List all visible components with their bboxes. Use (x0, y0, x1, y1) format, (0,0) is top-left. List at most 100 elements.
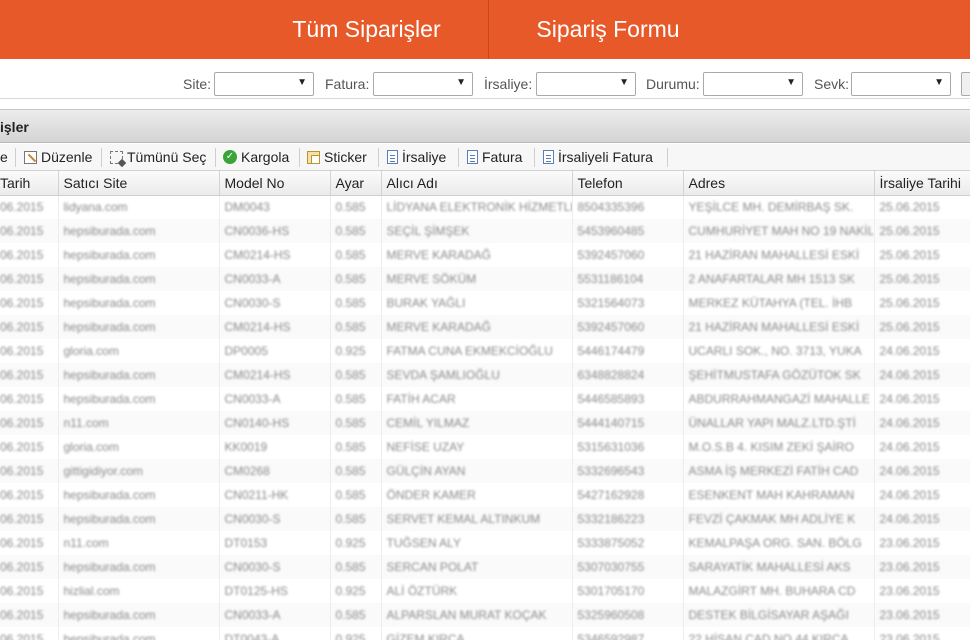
cell-waybill-date: 25.06.2015 (874, 219, 970, 243)
fatura-filter-select[interactable]: ▼ (373, 72, 473, 96)
cell-purity: 0.585 (330, 315, 382, 339)
irsaliye-filter-label: İrsaliye: (484, 76, 533, 92)
cell-waybill-date: 25.06.2015 (874, 195, 970, 219)
cell-waybill-date: 25.06.2015 (874, 291, 970, 315)
orders-table: Tarih Satıcı Site Model No Ayar Alıcı Ad… (0, 171, 970, 640)
ship-button[interactable]: ✓ Kargola (219, 144, 289, 170)
cell-phone: 5444140715 (572, 411, 684, 435)
table-row[interactable]: 06.2015 gittigidiyor.com CM0268 0.585 GÜLÇİN… (0, 459, 970, 483)
table-row[interactable]: 06.2015 hepsiburada.com DT0043-A 0.925 GİZEM… (0, 627, 970, 640)
cell-address: M.O.S.B 4. KISIM ZEKİ ŞAİRO (683, 435, 875, 459)
edit-button[interactable]: Düzenle (20, 144, 92, 170)
table-row[interactable]: 06.2015 hepsiburada.com CN0030-S 0.585 SERVE… (0, 507, 970, 531)
cell-text: 24.06.2015 (879, 416, 940, 430)
table-row[interactable]: 06.2015 hepsiburada.com CN0030-S 0.585 BURAK… (0, 291, 970, 315)
filter-search-button[interactable] (961, 72, 970, 96)
table-row[interactable]: 06.2015 lidyana.com DM0043 0.585 LİDYANA ELE… (0, 195, 970, 219)
sevk-filter-select[interactable]: ▼ (851, 72, 951, 96)
tab-order-form[interactable]: Sipariş Formu (489, 0, 727, 59)
cell-text: ASMA İŞ MERKEZİ FATİH CAD (688, 464, 859, 478)
table-row[interactable]: 06.2015 hepsiburada.com CM0214-HS 0.585 MERV… (0, 315, 970, 339)
cell-purity: 0.585 (330, 459, 382, 483)
cell-text: 0.925 (335, 344, 366, 358)
column-header-purity[interactable]: Ayar (330, 171, 382, 196)
cell-waybill-date: 24.06.2015 (874, 387, 970, 411)
cell-seller-site: hepsiburada.com (58, 387, 220, 411)
cell-purity: 0.585 (330, 507, 382, 531)
table-row[interactable]: 06.2015 hepsiburada.com CN0033-A 0.585 FATİH… (0, 387, 970, 411)
cell-model-no: CN0140-HS (219, 411, 331, 435)
cell-text: 06.2015 (0, 584, 44, 598)
toolbar-separator (299, 148, 300, 167)
table-row[interactable]: 06.2015 hepsiburada.com CN0030-S 0.585 SERCA… (0, 555, 970, 579)
panel-title: işler (0, 119, 29, 135)
select-all-button[interactable]: Tümünü Seç (106, 144, 206, 170)
cell-text: 5333875052 (577, 536, 645, 550)
sticker-button[interactable]: Sticker (303, 144, 367, 170)
table-row[interactable]: 06.2015 n11.com DT0153 0.925 TUĞSEN ALY 53338… (0, 531, 970, 555)
table-row[interactable]: 06.2015 hizlial.com DT0125-HS 0.925 ALİ ÖZTÜ… (0, 579, 970, 603)
cell-phone: 5453960485 (572, 219, 684, 243)
table-row[interactable]: 06.2015 hepsiburada.com CM0214-HS 0.585 SEVD… (0, 363, 970, 387)
cell-phone: 6348828824 (572, 363, 684, 387)
cell-seller-site: hepsiburada.com (58, 507, 220, 531)
cell-seller-site: hepsiburada.com (58, 315, 220, 339)
cell-text: 5446174479 (577, 344, 645, 358)
toolbar-button-partial[interactable]: e (0, 144, 8, 170)
table-row[interactable]: 06.2015 hepsiburada.com CM0214-HS 0.585 MERV… (0, 243, 970, 267)
cell-text: FATİH ACAR (386, 392, 456, 406)
cell-text: 25.06.2015 (879, 272, 940, 286)
table-row[interactable]: 06.2015 n11.com CN0140-HS 0.585 CEMİL YILMAZ… (0, 411, 970, 435)
select-all-icon (110, 150, 123, 164)
table-row[interactable]: 06.2015 hepsiburada.com CN0033-A 0.585 ALPAR… (0, 603, 970, 627)
cell-text: 06.2015 (0, 320, 44, 334)
table-row[interactable]: 06.2015 gloria.com DP0005 0.925 FATMA CUNA E… (0, 339, 970, 363)
column-header-waybill-date[interactable]: İrsaliye Tarihi (874, 171, 970, 196)
table-row[interactable]: 06.2015 hepsiburada.com CN0036-HS 0.585 SEÇİ… (0, 219, 970, 243)
column-header-date[interactable]: Tarih (0, 171, 59, 196)
column-header-address[interactable]: Adres (683, 171, 875, 196)
cell-date: 06.2015 (0, 387, 59, 411)
sevk-filter-label: Sevk: (814, 76, 850, 92)
cell-text: DT0125-HS (224, 584, 288, 598)
site-filter-select[interactable]: ▼ (214, 72, 314, 96)
invoice-button[interactable]: Fatura (463, 144, 522, 170)
column-header-model-no[interactable]: Model No (219, 171, 331, 196)
cell-text: 5392457060 (577, 320, 645, 334)
cell-text: gloria.com (63, 440, 119, 454)
cell-text: DT0043-A (224, 632, 280, 640)
cell-text: 5346592987 (577, 632, 645, 640)
column-header-buyer-name[interactable]: Alıcı Adı (381, 171, 573, 196)
table-row[interactable]: 06.2015 hepsiburada.com CN0211-HK 0.585 ÖNDE… (0, 483, 970, 507)
cell-buyer-name: SEVDA ŞAMLIOĞLU (381, 363, 573, 387)
cell-buyer-name: ALPARSLAN MURAT KOÇAK (381, 603, 573, 627)
cell-purity: 0.925 (330, 579, 382, 603)
waybill-invoice-button[interactable]: İrsaliyeli Fatura (539, 144, 653, 170)
tab-all-orders[interactable]: Tüm Siparişler (245, 0, 488, 59)
cell-seller-site: hepsiburada.com (58, 627, 220, 640)
cell-text: DT0153 (224, 536, 268, 550)
cell-text: 0.585 (335, 416, 366, 430)
cell-text: 23.06.2015 (879, 560, 940, 574)
cell-seller-site: n11.com (58, 531, 220, 555)
cell-purity: 0.585 (330, 195, 382, 219)
edit-icon (24, 150, 37, 164)
cell-text: hizlial.com (63, 584, 120, 598)
cell-date: 06.2015 (0, 363, 59, 387)
column-header-phone[interactable]: Telefon (572, 171, 684, 196)
cell-buyer-name: FATİH ACAR (381, 387, 573, 411)
irsaliye-filter-select[interactable]: ▼ (536, 72, 636, 96)
cell-seller-site: lidyana.com (58, 195, 220, 219)
cell-text: CN0033-A (224, 392, 281, 406)
table-row[interactable]: 06.2015 gloria.com KK0019 0.585 NEFİSE UZAY 5… (0, 435, 970, 459)
column-header-seller-site[interactable]: Satıcı Site (58, 171, 220, 196)
cell-text: UCARLI SOK., NO. 3713, YUKA (688, 344, 862, 358)
waybill-button[interactable]: İrsaliye (383, 144, 446, 170)
toolbar-separator (458, 148, 459, 167)
durumu-filter-select[interactable]: ▼ (703, 72, 803, 96)
cell-text: CUMHURİYET MAH NO 19 NAKİL (688, 224, 874, 238)
cell-text: 21 HAZİRAN MAHALLESİ ESKİ (688, 320, 860, 334)
site-filter-label: Site: (183, 76, 212, 92)
cell-seller-site: hepsiburada.com (58, 219, 220, 243)
table-row[interactable]: 06.2015 hepsiburada.com CN0033-A 0.585 MERVE… (0, 267, 970, 291)
